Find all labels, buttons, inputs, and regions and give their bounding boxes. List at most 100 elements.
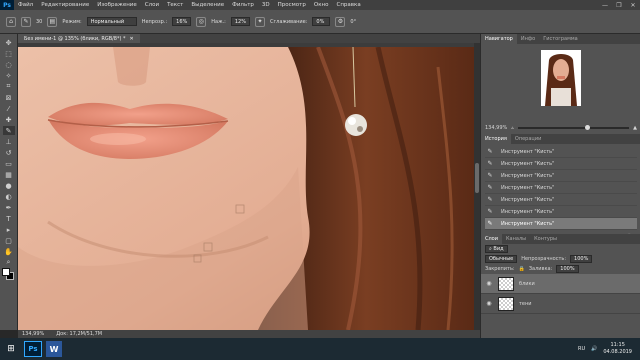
zoom-out-icon[interactable]: ▵ [511,125,514,131]
navigator-preview[interactable] [541,50,581,106]
blend-mode-select[interactable]: Обычные [485,255,518,263]
blur-tool-icon[interactable]: ● [3,181,15,190]
brush-settings-icon[interactable]: ▤ [47,16,58,27]
tab-paths[interactable]: Контуры [530,234,561,244]
brush-size[interactable]: 30 [36,19,42,25]
close-document-icon[interactable]: ✕ [130,36,134,42]
mode-select[interactable]: Нормальный [86,17,137,26]
airbrush-icon[interactable]: ✦ [255,16,265,27]
quick-select-tool-icon[interactable]: ✧ [3,71,15,80]
menu-layers[interactable]: Слои [141,2,163,8]
tab-histogram[interactable]: Гистограмма [539,34,582,44]
history-item[interactable]: ✎ Инструмент "Кисть" [485,182,637,194]
layer-kind-select[interactable]: ⌕ Вид [485,245,508,253]
menu-edit[interactable]: Редактирование [37,2,93,8]
brush-tool-icon-active[interactable]: ✎ [2,126,15,135]
home-icon[interactable]: ⌂ [6,16,16,27]
tab-channels[interactable]: Каналы [502,234,530,244]
layer-filter-row: ⌕ Вид [481,244,640,254]
windows-start-icon[interactable]: ⊞ [2,340,20,358]
type-tool-icon[interactable]: T [3,214,15,223]
angle-value[interactable]: 0° [350,19,356,25]
layer-row[interactable]: ◉ блики [481,274,640,294]
foreground-color-swatch[interactable] [2,268,10,276]
path-select-tool-icon[interactable]: ▸ [3,225,15,234]
pen-tool-icon[interactable]: ✒ [3,203,15,212]
history-item[interactable]: ✎ Инструмент "Кисть" [485,206,637,218]
eye-icon[interactable]: ◉ [485,300,493,307]
navigator-zoom-value[interactable]: 134,99% [485,125,507,131]
document-tab[interactable]: Без имени-1 @ 135% (блики, RGB/8*) * ✕ [18,34,140,43]
layers-panel: Слои Каналы Контуры ⌕ Вид Обычные Непроз… [481,234,640,338]
marquee-tool-icon[interactable]: ⬚ [3,49,15,58]
crop-tool-icon[interactable]: ⌗ [3,82,15,91]
pressure-input[interactable]: 12% [230,17,250,26]
restore-button[interactable]: ❐ [612,2,626,9]
eyedropper-tool-icon[interactable]: ⁄ [3,104,15,113]
menu-window[interactable]: Окно [310,2,333,8]
history-panel: История Операции ✎ Инструмент "Кисть" ✎ Ин… [481,134,640,243]
gear-icon[interactable]: ⚙ [335,16,346,27]
opacity-label: Непрозр.: [141,18,168,25]
close-button[interactable]: ✕ [626,2,640,9]
canvas[interactable] [18,47,474,330]
healing-tool-icon[interactable]: ✚ [3,115,15,124]
menu-help[interactable]: Справка [332,2,364,8]
dodge-tool-icon[interactable]: ◐ [3,192,15,201]
menu-filter[interactable]: Фильтр [228,2,258,8]
gradient-tool-icon[interactable]: ▦ [3,170,15,179]
brush-icon: ✎ [487,160,493,167]
layer-opacity-input[interactable]: 100% [570,255,593,263]
move-tool-icon[interactable]: ✥ [3,38,15,47]
history-item[interactable]: ✎ Инструмент "Кисть" [485,194,637,206]
smoothing-input[interactable]: 0% [312,17,331,26]
history-tabs: История Операции [481,134,640,144]
language-indicator[interactable]: RU [578,346,585,352]
menu-image[interactable]: Изображение [93,2,141,8]
tab-navigator[interactable]: Навигатор [481,34,517,44]
tab-actions[interactable]: Операции [511,134,545,144]
history-item-active[interactable]: ✎ Инструмент "Кисть" [485,218,637,230]
menu-3d[interactable]: 3D [258,2,274,8]
history-item-label: Инструмент "Кисть" [501,220,555,227]
history-item[interactable]: ✎ Инструмент "Кисть" [485,170,637,182]
status-zoom[interactable]: 134,99% [22,331,44,337]
eye-icon[interactable]: ◉ [485,280,493,287]
history-item[interactable]: ✎ Инструмент "Кисть" [485,146,637,158]
photoshop-taskbar-icon[interactable]: Ps [24,341,42,357]
stamp-tool-icon[interactable]: ⊥ [3,137,15,146]
zoom-slider-knob[interactable] [584,125,590,130]
scrollbar-thumb[interactable] [475,163,479,193]
pressure-opacity-icon[interactable]: ◎ [196,16,207,27]
history-item[interactable]: ✎ Инструмент "Кисть" [485,158,637,170]
layer-name: тени [519,300,532,307]
zoom-tool-icon[interactable]: ⌕ [3,258,15,267]
lasso-tool-icon[interactable]: ◌ [3,60,15,69]
zoom-slider[interactable] [517,125,630,130]
frame-tool-icon[interactable]: ⊠ [3,93,15,102]
lock-icon[interactable]: 🔒 [519,266,525,272]
layer-fill-input[interactable]: 100% [556,265,579,273]
minimize-button[interactable]: — [598,2,612,9]
word-taskbar-icon[interactable]: W [46,341,62,357]
tab-layers[interactable]: Слои [481,234,502,244]
menu-file[interactable]: Файл [14,2,37,8]
zoom-in-icon[interactable]: ▲ [633,125,637,131]
opacity-input[interactable]: 16% [172,17,192,26]
menu-view[interactable]: Просмотр [274,2,310,8]
eraser-tool-icon[interactable]: ▭ [3,159,15,168]
menu-type[interactable]: Текст [163,2,187,8]
brush-tool-icon[interactable]: ✎ [21,16,31,27]
history-brush-icon[interactable]: ↺ [3,148,15,157]
hand-tool-icon[interactable]: ✋ [3,247,15,256]
shape-tool-icon[interactable]: ▢ [3,236,15,245]
menu-select[interactable]: Выделение [187,2,228,8]
clock[interactable]: 11:15 04.08.2019 [603,342,632,356]
tab-history[interactable]: История [481,134,511,144]
tab-info[interactable]: Инфо [517,34,539,44]
volume-icon[interactable]: 🔊 [591,346,597,352]
layer-row[interactable]: ◉ тени [481,294,640,314]
fill-label: Заливка: [528,266,553,272]
layer-kind-value: Вид [493,246,504,252]
layer-name: блики [519,280,535,287]
